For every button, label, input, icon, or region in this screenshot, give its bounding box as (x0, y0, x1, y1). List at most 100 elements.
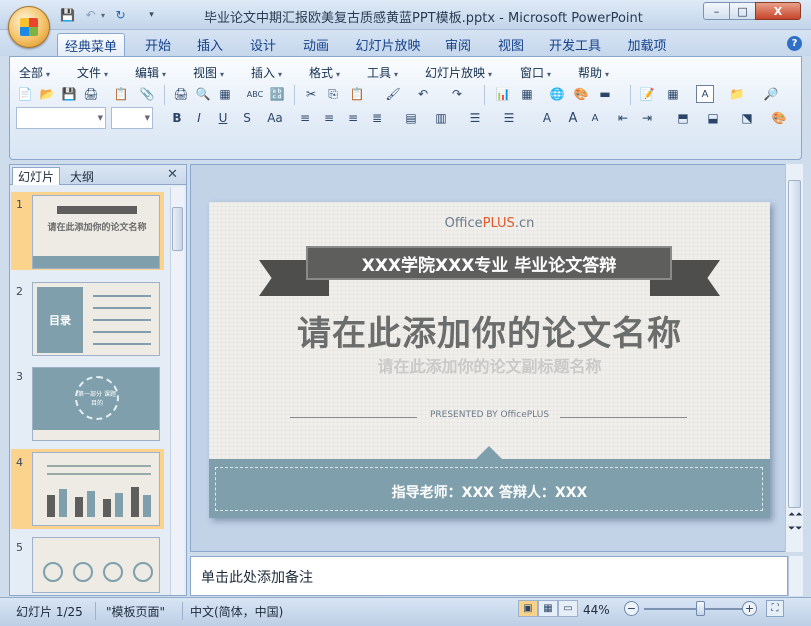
menu-window[interactable]: 窗口 ▾ (520, 64, 551, 81)
shape-effects-icon[interactable]: ⬔ (738, 109, 756, 127)
customize-quick-access-icon[interactable]: ▾ (143, 7, 160, 23)
chart-icon[interactable]: 📊 (494, 85, 512, 103)
text-direction-icon[interactable]: ▤ (402, 109, 420, 127)
undo-dropdown-icon[interactable]: ▾ (99, 7, 107, 23)
menu-file[interactable]: 文件 ▾ (77, 64, 108, 81)
menu-insert[interactable]: 插入 ▾ (251, 64, 282, 81)
shadow-button[interactable]: S (238, 109, 256, 127)
slide-layout-icon[interactable]: ▦ (664, 85, 682, 103)
minimize-button[interactable]: – (703, 2, 730, 20)
open-icon[interactable]: 📂 (38, 85, 56, 103)
slide-title[interactable]: 请在此添加你的论文名称 (209, 306, 770, 355)
grow-font-icon[interactable]: A (564, 109, 582, 127)
tab-review[interactable]: 审阅 (436, 33, 480, 56)
spelling-icon[interactable]: ABC (246, 85, 264, 103)
slide-thumbnail-4[interactable] (32, 452, 160, 526)
slide-thumbnail-1[interactable]: 请在此添加你的论文名称 (32, 195, 160, 269)
hyperlink-icon[interactable]: 🌐 (548, 85, 566, 103)
preview-icon[interactable]: 🔍 (194, 85, 212, 103)
change-case-button[interactable]: Aa (262, 109, 288, 127)
zoom-slider-track[interactable] (644, 608, 746, 610)
decrease-indent-icon[interactable]: ⇤ (614, 109, 632, 127)
increase-indent-icon[interactable]: ⇥ (638, 109, 656, 127)
research-icon[interactable]: 🔡 (268, 85, 286, 103)
slides-scrollbar[interactable] (170, 187, 184, 595)
editor-scrollbar[interactable] (785, 164, 803, 552)
tab-slides[interactable]: 幻灯片 (12, 167, 61, 185)
menu-view[interactable]: 视图 ▾ (193, 64, 224, 81)
tab-animation[interactable]: 动画 (294, 33, 338, 56)
find-icon[interactable]: 🔎 (762, 85, 780, 103)
theme-colors-icon[interactable]: 🎨 (572, 85, 590, 103)
text-box-icon[interactable]: A (696, 85, 714, 103)
menu-tools[interactable]: 工具 ▾ (367, 64, 398, 81)
save-icon[interactable]: 💾 (60, 85, 78, 103)
font-color-icon[interactable]: A (538, 109, 556, 127)
menu-all[interactable]: 全部 ▾ (19, 64, 50, 81)
shape-fill-icon[interactable]: 🎨 (770, 109, 788, 127)
tab-slideshow[interactable]: 幻灯片放映 (350, 33, 426, 56)
tab-view[interactable]: 视图 (489, 33, 533, 56)
language-indicator[interactable]: 中文(简体，中国) (190, 603, 283, 620)
shrink-font-icon[interactable]: A (586, 109, 604, 127)
tab-classic-menu[interactable]: 经典菜单 (57, 33, 125, 56)
slide-thumbnail-3[interactable]: 第一部分 课题目的 (32, 367, 160, 441)
attach-icon[interactable]: 📎 (138, 85, 156, 103)
align-center-icon[interactable]: ≡ (320, 109, 338, 127)
numbering-icon[interactable]: ☰ (466, 109, 484, 127)
bold-button[interactable]: B (168, 109, 186, 127)
slide-subtitle[interactable]: 请在此添加你的论文副标题名称 (209, 353, 770, 377)
fit-to-window-button[interactable]: ⛶ (766, 600, 784, 617)
layout-icon[interactable]: ▦ (216, 85, 234, 103)
zoom-slider-thumb[interactable] (696, 601, 706, 616)
permission-icon[interactable]: 📋 (112, 85, 130, 103)
new-slide-icon[interactable]: 📝 (638, 85, 656, 103)
save-icon[interactable]: 💾 (59, 7, 76, 23)
align-right-icon[interactable]: ≡ (344, 109, 362, 127)
help-icon[interactable]: ? (787, 36, 802, 51)
slide-banner[interactable]: XXX学院XXX专业 毕业论文答辩 (306, 246, 672, 280)
italic-button[interactable]: I (190, 109, 208, 127)
advisor-text[interactable]: 指导老师：XXX 答辩人：XXX (209, 482, 770, 502)
menu-format[interactable]: 格式 ▾ (309, 64, 340, 81)
copy-icon[interactable]: ⎘ (324, 85, 342, 103)
redo-icon[interactable]: ↷ (448, 85, 466, 103)
line-style-icon[interactable]: ▬ (596, 85, 614, 103)
tab-home[interactable]: 开始 (136, 33, 180, 56)
notes-scrollbar[interactable] (788, 556, 803, 596)
underline-button[interactable]: U (214, 109, 232, 127)
bullets-icon[interactable]: ☰ (500, 109, 518, 127)
tab-developer[interactable]: 开发工具 (543, 33, 607, 56)
next-slide-icon[interactable]: ⏷⏷ (788, 524, 802, 534)
paste-icon[interactable]: 📋 (348, 85, 366, 103)
print-preview-icon[interactable]: 🖨 (82, 85, 100, 103)
menu-edit[interactable]: 编辑 ▾ (135, 64, 166, 81)
slide-canvas[interactable]: OfficePLUS.cn XXX学院XXX专业 毕业论文答辩 请在此添加你的论… (209, 202, 770, 518)
font-name-combo[interactable]: ▼ (16, 107, 106, 129)
slideshow-button[interactable]: ▭ (558, 600, 578, 617)
previous-slide-icon[interactable]: ⏶⏶ (788, 510, 802, 520)
zoom-level[interactable]: 44% (583, 603, 610, 617)
tab-insert[interactable]: 插入 (188, 33, 232, 56)
justify-icon[interactable]: ≣ (368, 109, 386, 127)
cut-icon[interactable]: ✂ (302, 85, 320, 103)
theme-name[interactable]: "模板页面" (106, 603, 165, 620)
format-painter-icon[interactable]: 🖌 (384, 85, 402, 103)
scrollbar-thumb[interactable] (788, 180, 801, 508)
undo-icon[interactable]: ↶ (82, 7, 99, 23)
slide-thumbnail-2[interactable]: 目录 (32, 282, 160, 356)
table-icon[interactable]: ▦ (518, 85, 536, 103)
menu-help[interactable]: 帮助 ▾ (578, 64, 609, 81)
close-icon[interactable]: ✕ (167, 167, 178, 182)
columns-icon[interactable]: ▥ (432, 109, 450, 127)
new-icon[interactable]: 📄 (16, 85, 34, 103)
undo-icon[interactable]: ↶ (414, 85, 432, 103)
menu-slideshow[interactable]: 幻灯片放映 ▾ (425, 64, 492, 81)
scrollbar-thumb[interactable] (172, 207, 183, 251)
font-size-combo[interactable]: ▼ (111, 107, 153, 129)
tab-addins[interactable]: 加载项 (619, 33, 675, 56)
quick-styles-icon[interactable]: ⬓ (704, 109, 722, 127)
align-left-icon[interactable]: ≡ (296, 109, 314, 127)
print-icon[interactable]: 🖨 (172, 85, 190, 103)
zoom-in-button[interactable]: + (742, 601, 757, 616)
